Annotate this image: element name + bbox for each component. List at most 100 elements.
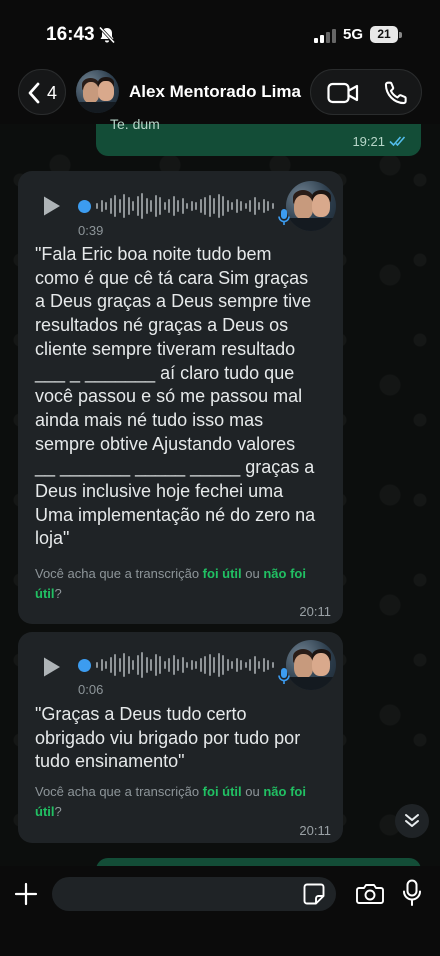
status-time: 16:43 [46, 24, 95, 45]
waveform-bar [150, 659, 152, 671]
transcript-line: tudo ensinamento" [35, 751, 185, 772]
waveform-bar [168, 658, 170, 672]
waveform-bar [249, 659, 251, 671]
waveform-bar [96, 203, 98, 209]
waveform-bar [226, 200, 229, 212]
waveform-bar [168, 199, 170, 213]
transcript-line: a Deus graças a Deus sempre tive [35, 291, 312, 312]
waveform-bar [150, 200, 152, 212]
message-time: 20:11 [299, 604, 331, 619]
outgoing-message[interactable]: Te. dum 19:21 [96, 116, 421, 156]
back-button[interactable]: 4 [18, 69, 66, 115]
scroll-to-bottom-button[interactable] [395, 804, 429, 838]
waveform-bar [159, 656, 161, 674]
feedback-middle: ou [241, 566, 264, 581]
waveform-bar [199, 199, 202, 213]
waveform-bar [213, 657, 215, 673]
waveform-bar [226, 659, 229, 671]
waveform-bar [262, 199, 265, 213]
waveform-bar [154, 195, 157, 217]
waveform-bar [163, 661, 166, 669]
phone-icon[interactable] [383, 80, 409, 106]
waveform-bar [231, 661, 233, 669]
waveform-bar [195, 661, 197, 669]
waveform-bar [141, 652, 143, 678]
message-input[interactable] [52, 877, 336, 911]
transcript-line: Uma implementação né do zero na [35, 504, 316, 525]
feedback-prefix: Você acha que a transcrição [35, 784, 203, 799]
waveform-bar [114, 195, 116, 217]
waveform-bar [177, 659, 179, 671]
camera-icon[interactable] [356, 882, 384, 906]
waveform-bar [118, 658, 121, 672]
feedback-suffix: ? [54, 803, 62, 819]
waveform-bar [109, 198, 112, 214]
waveform-bar [217, 653, 220, 677]
waveform-bar [267, 201, 269, 211]
waveform-bar [181, 198, 184, 214]
voice-transcript: "Fala Eric boa noite tudo bem como é que … [35, 243, 335, 551]
feedback-useful-link[interactable]: foi útil [203, 784, 242, 799]
audio-waveform[interactable] [78, 650, 278, 680]
sticker-icon[interactable] [303, 883, 325, 905]
transcript-line: Deus inclusive hoje fechei uma [35, 481, 284, 502]
play-icon[interactable] [42, 195, 62, 217]
waveform-bar [253, 197, 256, 215]
contact-avatar[interactable] [76, 70, 119, 113]
waveform-bar [123, 653, 125, 677]
waveform-bar [271, 203, 274, 209]
waveform-bar [240, 201, 242, 211]
transcript-line: "Fala Eric boa noite tudo bem [35, 244, 272, 264]
waveform-bar [163, 202, 166, 210]
waveform-bar [136, 655, 139, 675]
transcript-line: "Graças a Deus tudo certo [35, 704, 247, 724]
transcript-line: sempre obtive Ajustando valores [35, 433, 296, 454]
voice-message[interactable]: 0:06 "Graças a Deus tudo certo obrigado v… [18, 632, 343, 843]
audio-duration: 0:06 [78, 682, 104, 697]
network-type: 5G [343, 26, 364, 43]
transcript-line: obrigado viu brigado por tudo por [35, 727, 301, 748]
bell-off-icon [98, 26, 116, 44]
video-call-icon[interactable] [327, 82, 359, 104]
transcript-line: ___ _ _______ aí claro tudo que [35, 362, 295, 383]
transcript-line: cliente sempre tiveram resultado [35, 338, 296, 359]
waveform-bar [253, 656, 256, 674]
transcript-line: __ _______ _____ _____ graças a [35, 457, 315, 478]
waveform-bar [208, 195, 211, 217]
transcript-line: ainda mais né tudo isso mas [35, 409, 264, 430]
waveform-bar [186, 662, 188, 668]
playback-position-dot[interactable] [78, 200, 91, 213]
plus-icon[interactable] [14, 882, 38, 906]
audio-waveform[interactable] [78, 191, 278, 221]
waveform-bar [240, 660, 242, 670]
waveform-bar [172, 655, 175, 675]
waveform-bar [208, 654, 211, 676]
voice-message[interactable]: 0:39 "Fala Eric boa noite tudo bem como é… [18, 171, 343, 624]
waveform-bar [96, 662, 98, 668]
waveform-bar [235, 658, 238, 672]
feedback-useful-link[interactable]: foi útil [203, 566, 242, 581]
waveform-bar [271, 662, 274, 668]
feedback-prefix: Você acha que a transcrição [35, 566, 203, 581]
transcript-line: resultados né graças a Deus os [35, 315, 289, 336]
microphone-icon[interactable] [402, 879, 422, 907]
transcript-feedback: Você acha que a transcrição foi útil ou … [35, 782, 335, 821]
waveform-bar [217, 194, 220, 218]
message-composer [0, 866, 440, 956]
waveform-bar [222, 196, 224, 216]
waveform-bar [100, 659, 103, 671]
waveform-bar [177, 200, 179, 212]
microphone-icon [278, 668, 290, 684]
playback-position-dot[interactable] [78, 659, 91, 672]
waveform-bar [136, 196, 139, 216]
waveform-bar [204, 197, 206, 215]
waveform-bar [141, 193, 143, 219]
play-icon[interactable] [42, 656, 62, 678]
waveform-bar [231, 202, 233, 210]
chevron-left-icon [28, 82, 40, 104]
contact-name[interactable]: Alex Mentorado Lima [129, 82, 301, 102]
status-bar: 16:43 5G 21 [0, 0, 440, 62]
waveform-bar [199, 658, 202, 672]
double-check-icon [389, 136, 406, 147]
whatsapp-chat-screen: 16:43 5G 21 4 Alex Mentorado Lima Te. du… [0, 0, 440, 956]
